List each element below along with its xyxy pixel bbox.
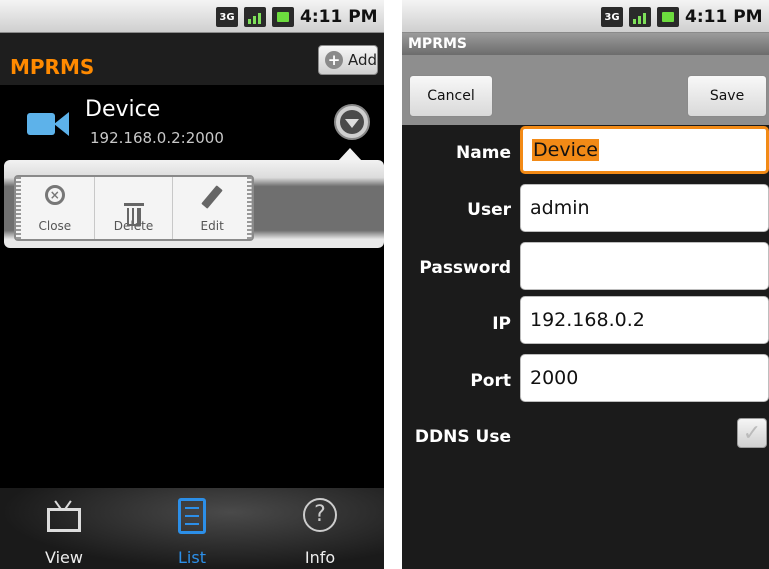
list-icon [178,498,206,534]
ip-field[interactable]: 192.168.0.2 [520,296,769,344]
status-time: 4:11 PM [300,7,378,27]
cancel-button[interactable]: Cancel [409,75,493,117]
quick-action-popup: × Close Delete Edit [4,160,384,248]
title-bar: MPRMS + Add [0,33,384,85]
tab-info[interactable]: ? Info [256,488,384,569]
device-edit-screen: 3G 4:11 PM MPRMS Cancel Save Name Device… [402,0,769,569]
ddns-checkbox[interactable]: ✓ [737,418,767,448]
add-button[interactable]: + Add [318,45,378,75]
quick-action-bar: × Close Delete Edit [14,175,254,241]
device-list-screen: 3G 4:11 PM MPRMS + Add Device 192.168.0.… [0,0,384,569]
port-label: Port [470,371,511,391]
expand-button[interactable] [334,104,370,140]
user-field[interactable]: admin [520,184,769,232]
3g-icon: 3G [216,7,238,27]
device-list-item[interactable]: Device 192.168.0.2:2000 [0,85,384,155]
close-icon: × [44,185,65,205]
checkmark-icon: ✓ [742,420,762,446]
bottom-nav: View List ? Info [0,488,384,569]
info-icon: ? [303,498,337,532]
status-bar: 3G 4:11 PM [402,0,769,33]
password-field[interactable] [520,242,769,290]
battery-icon [272,7,294,27]
video-camera-icon [27,111,71,137]
app-title: MPRMS [408,36,467,52]
tv-icon [45,500,83,532]
title-bar: MPRMS [402,33,769,55]
3g-icon: 3G [601,7,623,27]
edit-toolbar: Cancel Save [402,55,769,125]
delete-action[interactable]: Delete [95,177,174,239]
tab-list[interactable]: List [128,488,256,569]
password-label: Password [419,258,511,278]
tab-view[interactable]: View [0,488,128,569]
add-button-label: Add [347,51,377,69]
port-field[interactable]: 2000 [520,354,769,402]
save-button[interactable]: Save [687,75,767,117]
chevron-down-icon [340,110,364,134]
pencil-icon [201,185,223,209]
signal-icon [244,7,266,27]
device-name: Device [85,97,161,122]
plus-icon: + [325,51,343,69]
user-label: User [467,200,511,220]
name-field-value: Device [532,139,599,161]
status-bar: 3G 4:11 PM [0,0,384,33]
name-label: Name [456,143,511,163]
trash-icon [123,203,144,227]
signal-icon [629,7,651,27]
ip-label: IP [492,314,511,334]
battery-icon [657,7,679,27]
edit-action[interactable]: Edit [173,177,253,239]
name-field[interactable]: Device [520,126,769,174]
ddns-label: DDNS Use [414,427,511,447]
close-action[interactable]: × Close [16,177,95,239]
device-address: 192.168.0.2:2000 [90,129,224,147]
app-title: MPRMS [10,55,95,79]
status-time: 4:11 PM [685,7,763,27]
